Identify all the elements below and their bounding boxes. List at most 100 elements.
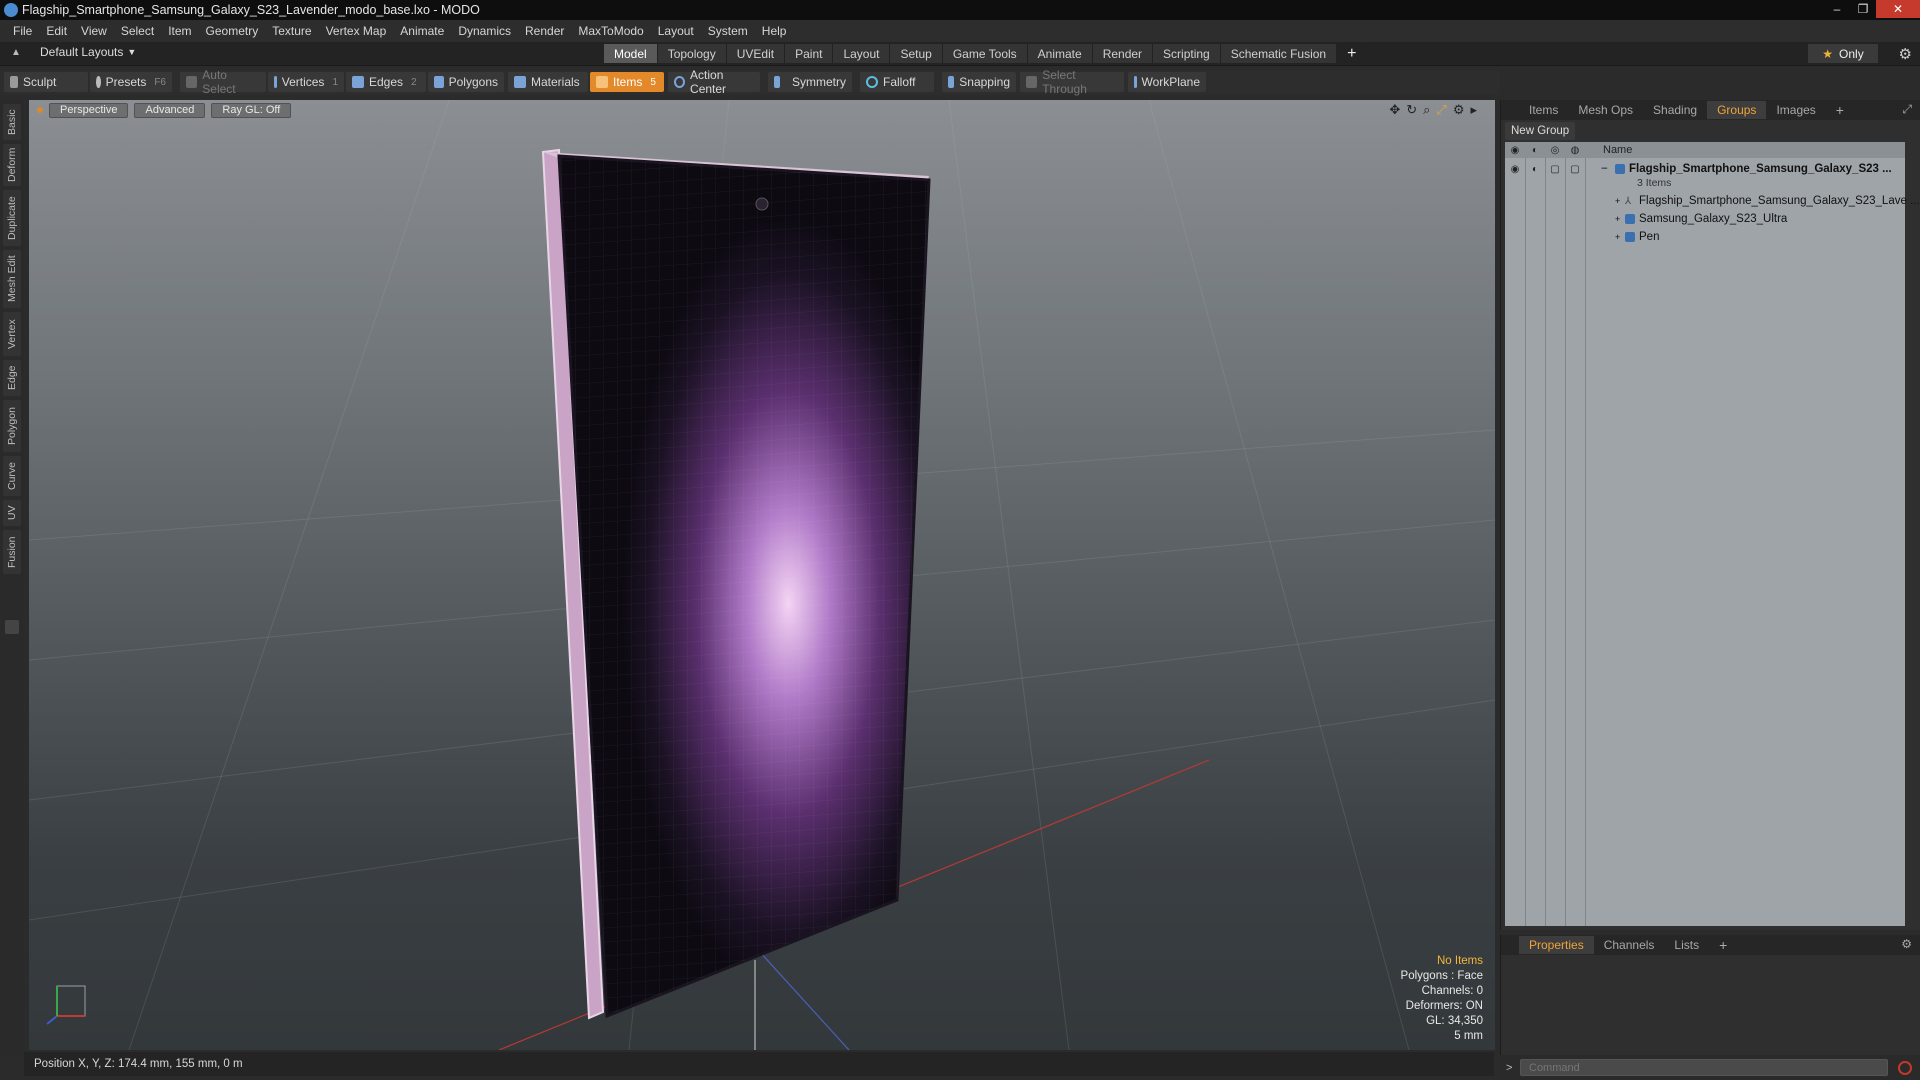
select-through-button[interactable]: Select Through [1020,68,1124,96]
presets-button[interactable]: Presets F6 [90,72,172,92]
3d-viewport[interactable]: Perspective Advanced Ray GL: Off ✥ ↻ ⌕ ⤢… [29,100,1495,1050]
vertices-button[interactable]: Vertices 1 [268,72,344,92]
auto-select-button[interactable]: Auto Select [180,68,266,96]
tab-animate[interactable]: Animate [1027,44,1093,63]
auto-select-icon [186,76,198,88]
viewport-menu-arrow-icon[interactable]: ▸ [1470,102,1477,118]
vtab-curve[interactable]: Curve [3,456,21,496]
menu-system[interactable]: System [701,24,755,38]
add-tab-button[interactable]: + [1337,44,1368,63]
tab-lists[interactable]: Lists [1664,936,1709,954]
command-input[interactable] [1520,1059,1888,1076]
vtab-basic[interactable]: Basic [3,104,21,140]
lock-column-icon: ◎ [1550,144,1560,156]
action-center-label: Action Center [690,68,727,96]
action-center-button[interactable]: Action Center [668,68,760,96]
tab-items[interactable]: Items [1519,101,1568,119]
menu-view[interactable]: View [74,24,114,38]
menu-vertex-map[interactable]: Vertex Map [319,24,394,38]
minimize-button[interactable]: – [1824,0,1850,18]
collapse-up-icon[interactable]: ▲ [8,47,24,58]
polygons-button[interactable]: Polygons [428,72,504,92]
menu-maxtomodo[interactable]: MaxToModo [571,24,650,38]
tab-game-tools[interactable]: Game Tools [942,44,1028,63]
chevron-down-icon: ▼ [127,47,137,57]
member-expand-icon[interactable]: + [1615,232,1620,242]
tab-uvedit[interactable]: UVEdit [726,44,786,63]
maximize-button[interactable]: ❐ [1850,0,1876,18]
materials-button[interactable]: Materials [508,72,588,92]
vtab-fusion[interactable]: Fusion [3,530,21,574]
tab-render[interactable]: Render [1092,44,1154,63]
tab-properties[interactable]: Properties [1519,936,1594,954]
member-expand-icon[interactable]: + [1615,196,1620,206]
only-label: Only [1839,46,1864,61]
stop-icon[interactable] [1898,1060,1912,1075]
vtab-polygon[interactable]: Polygon [3,400,21,452]
snapping-button[interactable]: Snapping [942,72,1016,92]
close-button[interactable]: ✕ [1876,0,1920,18]
add-props-tab-button[interactable]: + [1709,936,1737,954]
menu-animate[interactable]: Animate [393,24,451,38]
tab-topology[interactable]: Topology [657,44,727,63]
vtab-deform[interactable]: Deform [3,144,21,186]
tab-shading[interactable]: Shading [1643,101,1707,119]
tab-groups[interactable]: Groups [1707,101,1767,119]
add-panel-tab-button[interactable]: + [1826,101,1854,119]
items-icon [596,76,608,88]
tab-scripting[interactable]: Scripting [1153,44,1221,63]
view-mode-button[interactable]: Perspective [49,102,129,118]
group-member-row[interactable]: + Samsung_Galaxy_S23_Ultra [1505,210,1905,228]
group-member-row[interactable]: + ⅄ Flagship_Smartphone_Samsung_Galaxy_S2… [1505,192,1920,210]
tab-channels[interactable]: Channels [1594,936,1665,954]
expand-panel-icon[interactable]: ⤢ [1902,102,1912,117]
vtab-vertex[interactable]: Vertex [3,312,21,356]
vtab-edge[interactable]: Edge [3,360,21,396]
menu-file[interactable]: File [6,24,39,38]
vtab-duplicate[interactable]: Duplicate [3,190,21,246]
shading-mode-button[interactable]: Advanced [134,102,206,118]
menu-select[interactable]: Select [114,24,161,38]
items-button[interactable]: Items 5 [590,72,664,92]
tab-images[interactable]: Images [1766,101,1825,119]
group-member-row[interactable]: + Pen [1505,228,1905,246]
edges-button[interactable]: Edges 2 [346,72,426,92]
tree-toggle-columns [1505,158,1593,926]
fit-view-icon[interactable]: ⤢ [1436,102,1446,118]
vtab-mesh-edit[interactable]: Mesh Edit [3,250,21,308]
layout-selector[interactable]: ▲ Default Layouts ▼ [8,45,136,59]
menu-layout[interactable]: Layout [651,24,701,38]
tab-layout[interactable]: Layout [833,44,891,63]
tab-paint[interactable]: Paint [785,44,834,63]
menu-geometry[interactable]: Geometry [199,24,266,38]
symmetry-button[interactable]: Symmetry [768,72,852,92]
viewport-header: Perspective Advanced Ray GL: Off [29,100,1495,120]
viewport-settings-icon[interactable]: ⚙ [1453,102,1465,118]
falloff-button[interactable]: Falloff [860,72,934,92]
z-axis-line [748,939,850,1050]
zoom-view-icon[interactable]: ⌕ [1423,102,1430,118]
tab-model[interactable]: Model [604,44,658,63]
toggle-panel-icon[interactable] [5,620,19,634]
workplane-button[interactable]: WorkPlane [1128,72,1206,92]
menu-render[interactable]: Render [518,24,571,38]
menu-item[interactable]: Item [161,24,198,38]
rotate-view-icon[interactable]: ↻ [1406,102,1417,118]
menu-dynamics[interactable]: Dynamics [451,24,518,38]
tab-setup[interactable]: Setup [890,44,943,63]
raygl-button[interactable]: Ray GL: Off [211,102,292,118]
new-group-button[interactable]: New Group [1505,122,1576,140]
move-view-icon[interactable]: ✥ [1389,102,1400,118]
gear-icon[interactable]: ⚙ [1899,45,1912,63]
front-camera [755,197,769,211]
tab-mesh-ops[interactable]: Mesh Ops [1568,101,1643,119]
menu-help[interactable]: Help [755,24,794,38]
properties-settings-icon[interactable]: ⚙ [1901,937,1912,951]
menu-texture[interactable]: Texture [265,24,318,38]
only-button[interactable]: ★ Only [1808,44,1878,63]
member-expand-icon[interactable]: + [1615,214,1620,224]
tab-schematic-fusion[interactable]: Schematic Fusion [1220,44,1338,63]
sculpt-button[interactable]: Sculpt [4,72,88,92]
vtab-uv[interactable]: UV [3,500,21,526]
menu-edit[interactable]: Edit [39,24,74,38]
